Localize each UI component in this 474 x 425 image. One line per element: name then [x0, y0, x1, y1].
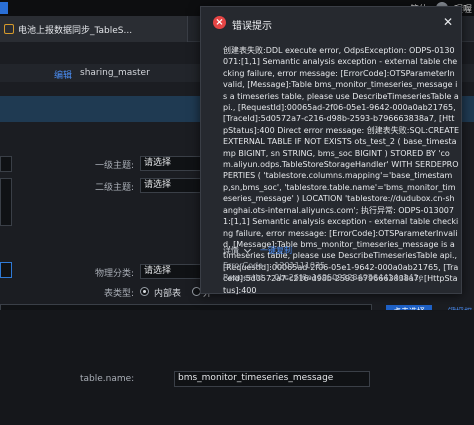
edit-link[interactable]: 编辑 [54, 68, 72, 81]
error-icon: × [213, 16, 226, 29]
tab-active[interactable]: 电池上报数据同步_TableS... [0, 16, 188, 42]
tablename-input[interactable]: bms_monitor_timeseries_message [174, 371, 370, 387]
requestid-value: : 0bc26f6e16950912349364414e141e [269, 273, 424, 282]
left-input-1[interactable] [0, 156, 12, 172]
tab-label: 电池上报数据同步_TableS... [18, 25, 133, 36]
close-icon[interactable]: ✕ [443, 15, 453, 29]
physical-class-select[interactable]: 请选择 [140, 264, 202, 279]
errorcode-value: : 1201111035 [269, 261, 326, 270]
table-icon [4, 24, 14, 34]
copy-link[interactable]: 一键复制 [260, 245, 292, 256]
errorcode-row: ErrorCode : 1201111035 [223, 261, 325, 270]
tablename-label: table.name: [80, 374, 135, 384]
level1-select[interactable]: 请选择 [140, 156, 202, 171]
properties-area: table.name: bms_monitor_timeseries_messa… [0, 310, 474, 425]
errorcode-label: ErrorCode [223, 261, 263, 270]
requestid-row: RequestId : 0bc26f6e16950912349364414e14… [223, 273, 423, 282]
error-dialog: × 错误提示 ✕ 创建表失败:DDL execute error, OdpsEx… [200, 6, 462, 295]
internal-radio-label: 内部表 [154, 289, 182, 299]
workspace-name: sharing_master [80, 68, 150, 78]
dialog-title: 错误提示 [232, 21, 272, 32]
left-textarea[interactable] [0, 178, 12, 226]
app-window: 简体 喔喔 电池上报数据同步_TableS... 编辑 sharing_mast… [0, 0, 474, 425]
left-input-active[interactable] [0, 262, 12, 278]
physical-class-label: 物理分类: [94, 269, 134, 279]
brand-mark [0, 2, 8, 14]
dialog-header: × 错误提示 ✕ [201, 7, 461, 33]
error-message: 创建表失败:DDL execute error, OdpsException: … [223, 46, 460, 295]
internal-radio[interactable] [140, 287, 149, 296]
detail-toggle[interactable]: 详情 [223, 245, 239, 256]
level2-select[interactable]: 请选择 [140, 178, 202, 193]
level1-label: 一级主题: [94, 161, 134, 171]
detail-row: 详情 一键复制 [223, 245, 292, 256]
chevron-down-icon[interactable] [243, 245, 252, 253]
level2-label: 二级主题: [94, 183, 134, 193]
table-type-label: 表类型: [103, 289, 134, 299]
requestid-label: RequestId [223, 273, 263, 282]
